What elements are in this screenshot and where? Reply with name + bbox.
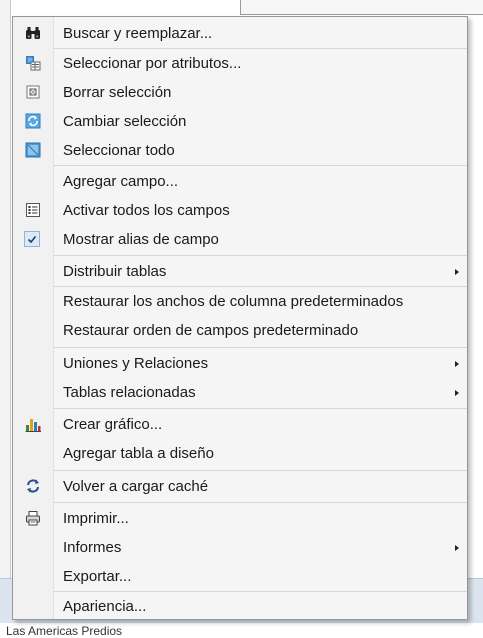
menu-item-label: Activar todos los campos [63,202,230,219]
menu-item-label: Seleccionar por atributos... [63,55,242,72]
submenu-arrow-icon [455,269,459,275]
submenu-arrow-icon [455,545,459,551]
menu-item-arrange-tables[interactable]: Distribuir tablas [13,257,467,286]
menu-item-find-replace[interactable]: Buscar y reemplazar... [13,19,467,48]
field-list-icon [26,203,40,217]
menu-item-restore-field-order[interactable]: Restaurar orden de campos predeterminado [13,316,467,345]
menu-item-label: Buscar y reemplazar... [63,25,213,42]
menu-item-label: Uniones y Relaciones [63,355,209,372]
menu-item-create-graph[interactable]: Crear gráfico... [13,410,467,439]
menu-item-turn-all-fields-on[interactable]: Activar todos los campos [13,196,467,225]
menu-item-reload-cache[interactable]: Volver a cargar caché [13,472,467,501]
select-by-attributes-icon [26,56,41,71]
table-window-edge [0,0,11,600]
menu-separator [54,165,467,166]
menu-item-joins-relates[interactable]: Uniones y Relaciones [13,349,467,378]
bar-chart-icon [25,419,41,432]
checkmark-box [24,231,40,247]
menu-separator [54,408,467,409]
menu-item-reports[interactable]: Informes [13,533,467,562]
menu-item-label: Agregar campo... [63,173,179,190]
menu-separator [54,255,467,256]
switch-selection-icon [25,113,41,129]
menu-item-show-field-aliases[interactable]: Mostrar alias de campo [13,225,467,254]
select-all-icon [25,142,41,158]
submenu-arrow-icon [455,361,459,367]
menu-item-add-field[interactable]: Agregar campo... [13,167,467,196]
menu-item-label: Distribuir tablas [63,263,167,280]
menu-item-appearance[interactable]: Apariencia... [13,592,467,621]
menu-item-restore-column-widths[interactable]: Restaurar los anchos de columna predeter… [13,287,467,316]
menu-item-label: Seleccionar todo [63,142,175,159]
menu-separator [54,470,467,471]
table-options-menu: Buscar y reemplazar... Seleccionar por a… [12,16,468,620]
menu-item-label: Apariencia... [63,598,147,615]
menu-item-label: Tablas relacionadas [63,384,196,401]
menu-item-label: Borrar selección [63,84,172,101]
menu-item-select-by-attributes[interactable]: Seleccionar por atributos... [13,49,467,78]
binoculars-icon [26,27,40,39]
menu-item-export[interactable]: Exportar... [13,562,467,591]
menu-item-print[interactable]: Imprimir... [13,504,467,533]
table-window-header [240,0,483,15]
clear-selection-icon [26,85,40,99]
menu-item-label: Informes [63,539,122,556]
menu-item-label: Agregar tabla a diseño [63,445,214,462]
menu-item-label: Cambiar selección [63,113,187,130]
menu-separator [54,347,467,348]
menu-item-label: Restaurar orden de campos predeterminado [63,322,359,339]
menu-item-related-tables[interactable]: Tablas relacionadas [13,378,467,407]
submenu-arrow-icon [455,390,459,396]
checkmark-icon [27,235,37,244]
menu-item-label: Crear gráfico... [63,416,163,433]
menu-item-label: Volver a cargar caché [63,478,209,495]
menu-item-select-all[interactable]: Seleccionar todo [13,136,467,165]
menu-item-label: Mostrar alias de campo [63,231,219,248]
printer-icon [26,511,40,526]
menu-item-label: Exportar... [63,568,132,585]
menu-item-switch-selection[interactable]: Cambiar selección [13,107,467,136]
refresh-icon [27,479,39,493]
menu-item-add-table-to-layout[interactable]: Agregar tabla a diseño [13,439,467,468]
menu-item-label: Imprimir... [63,510,129,527]
menu-item-clear-selection[interactable]: Borrar selección [13,78,467,107]
menu-item-label: Restaurar los anchos de columna predeter… [63,293,404,310]
table-tab-label[interactable]: Las Americas Predios [6,624,122,638]
menu-separator [54,502,467,503]
